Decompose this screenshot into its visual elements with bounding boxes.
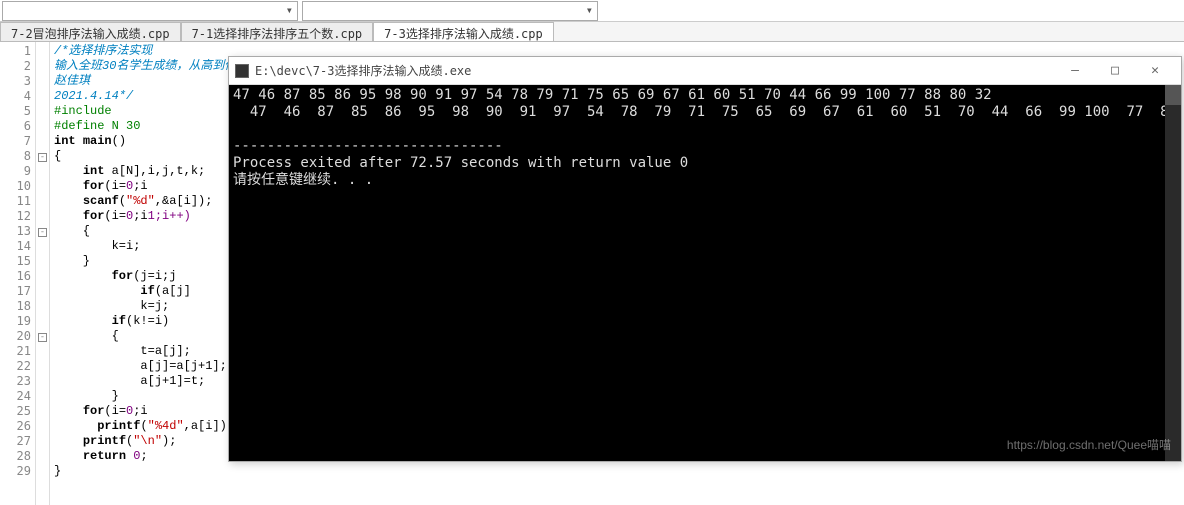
line-number: 21 — [0, 344, 31, 359]
console-icon — [235, 64, 249, 78]
console-text: 47 46 87 85 86 95 98 90 91 97 54 78 79 7… — [233, 87, 1177, 189]
line-number: 7 — [0, 134, 31, 149]
console-titlebar[interactable]: E:\devc\7-3选择排序法输入成绩.exe — □ ✕ — [229, 57, 1181, 85]
console-title: E:\devc\7-3选择排序法输入成绩.exe — [255, 62, 1055, 79]
close-button[interactable]: ✕ — [1135, 60, 1175, 82]
code-line[interactable]: for(j=i;j — [54, 269, 226, 284]
code-line[interactable]: a[j]=a[j+1]; — [54, 359, 226, 374]
line-number: 15 — [0, 254, 31, 269]
code-line[interactable]: { — [54, 224, 226, 239]
fold-toggle-icon[interactable]: - — [38, 333, 47, 342]
minimize-button[interactable]: — — [1055, 60, 1095, 82]
file-tab[interactable]: 7-1选择排序法排序五个数.cpp — [181, 22, 374, 41]
code-line[interactable]: k=i; — [54, 239, 226, 254]
dropdown-left[interactable] — [2, 1, 298, 21]
line-number: 24 — [0, 389, 31, 404]
code-line[interactable]: scanf("%d",&a[i]); — [54, 194, 226, 209]
maximize-button[interactable]: □ — [1095, 60, 1135, 82]
line-number: 1 — [0, 44, 31, 59]
line-number: 10 — [0, 179, 31, 194]
code-content[interactable]: /*选择排序法实现输入全班30名学生成绩，从高到低排序，输出排序后的成绩赵佳琪2… — [50, 42, 230, 505]
console-output[interactable]: 47 46 87 85 86 95 98 90 91 97 54 78 79 7… — [229, 85, 1181, 461]
line-number: 8 — [0, 149, 31, 164]
line-number: 17 — [0, 284, 31, 299]
line-number: 23 — [0, 374, 31, 389]
code-line[interactable]: 赵佳琪 — [54, 74, 226, 89]
code-line[interactable]: if(a[j] — [54, 284, 226, 299]
file-tab[interactable]: 7-3选择排序法输入成绩.cpp — [373, 22, 554, 41]
code-line[interactable]: } — [54, 389, 226, 404]
line-number: 12 — [0, 209, 31, 224]
fold-gutter: - - - — [36, 42, 50, 505]
code-line[interactable]: printf("%4d",a[i]); — [54, 419, 226, 434]
code-line[interactable]: printf("\n"); — [54, 434, 226, 449]
line-number: 2 — [0, 59, 31, 74]
line-number: 25 — [0, 404, 31, 419]
code-line[interactable]: #include — [54, 104, 226, 119]
line-number: 5 — [0, 104, 31, 119]
code-line[interactable]: for(i=0;i — [54, 179, 226, 194]
line-number: 14 — [0, 239, 31, 254]
fold-toggle-icon[interactable]: - — [38, 153, 47, 162]
code-line[interactable]: { — [54, 149, 226, 164]
console-scrollbar[interactable] — [1165, 85, 1181, 461]
code-line[interactable]: /*选择排序法实现 — [54, 44, 226, 59]
line-number: 22 — [0, 359, 31, 374]
line-number: 26 — [0, 419, 31, 434]
line-number: 27 — [0, 434, 31, 449]
file-tab[interactable]: 7-2冒泡排序法输入成绩.cpp — [0, 22, 181, 41]
fold-toggle-icon[interactable]: - — [38, 228, 47, 237]
line-number: 3 — [0, 74, 31, 89]
code-line[interactable]: { — [54, 329, 226, 344]
line-number: 9 — [0, 164, 31, 179]
code-line[interactable]: } — [54, 464, 226, 479]
console-window: E:\devc\7-3选择排序法输入成绩.exe — □ ✕ 47 46 87 … — [228, 56, 1182, 462]
line-number: 11 — [0, 194, 31, 209]
code-line[interactable]: a[j+1]=t; — [54, 374, 226, 389]
code-line[interactable]: int a[N],i,j,t,k; — [54, 164, 226, 179]
dropdown-right[interactable] — [302, 1, 598, 21]
code-line[interactable]: return 0; — [54, 449, 226, 464]
line-number: 28 — [0, 449, 31, 464]
line-number: 18 — [0, 299, 31, 314]
line-number: 6 — [0, 119, 31, 134]
code-line[interactable]: } — [54, 254, 226, 269]
line-number: 29 — [0, 464, 31, 479]
code-line[interactable]: k=j; — [54, 299, 226, 314]
code-line[interactable]: if(k!=i) — [54, 314, 226, 329]
line-number: 19 — [0, 314, 31, 329]
watermark-text: https://blog.csdn.net/Quee喵喵 — [1007, 436, 1171, 453]
code-line[interactable]: int main() — [54, 134, 226, 149]
toolbar-dropdowns — [0, 0, 1184, 22]
line-number-gutter: 1234567891011121314151617181920212223242… — [0, 42, 36, 505]
code-line[interactable]: 输入全班30名学生成绩，从高到低排序，输出排序后的成绩 — [54, 59, 226, 74]
line-number: 16 — [0, 269, 31, 284]
code-line[interactable]: t=a[j]; — [54, 344, 226, 359]
scrollbar-thumb[interactable] — [1165, 85, 1181, 105]
file-tabs: 7-2冒泡排序法输入成绩.cpp7-1选择排序法排序五个数.cpp7-3选择排序… — [0, 22, 1184, 42]
code-line[interactable]: for(i=0;i — [54, 404, 226, 419]
code-line[interactable]: for(i=0;i1;i++) — [54, 209, 226, 224]
code-line[interactable]: #define N 30 — [54, 119, 226, 134]
line-number: 13 — [0, 224, 31, 239]
code-line[interactable]: 2021.4.14*/ — [54, 89, 226, 104]
line-number: 20 — [0, 329, 31, 344]
line-number: 4 — [0, 89, 31, 104]
